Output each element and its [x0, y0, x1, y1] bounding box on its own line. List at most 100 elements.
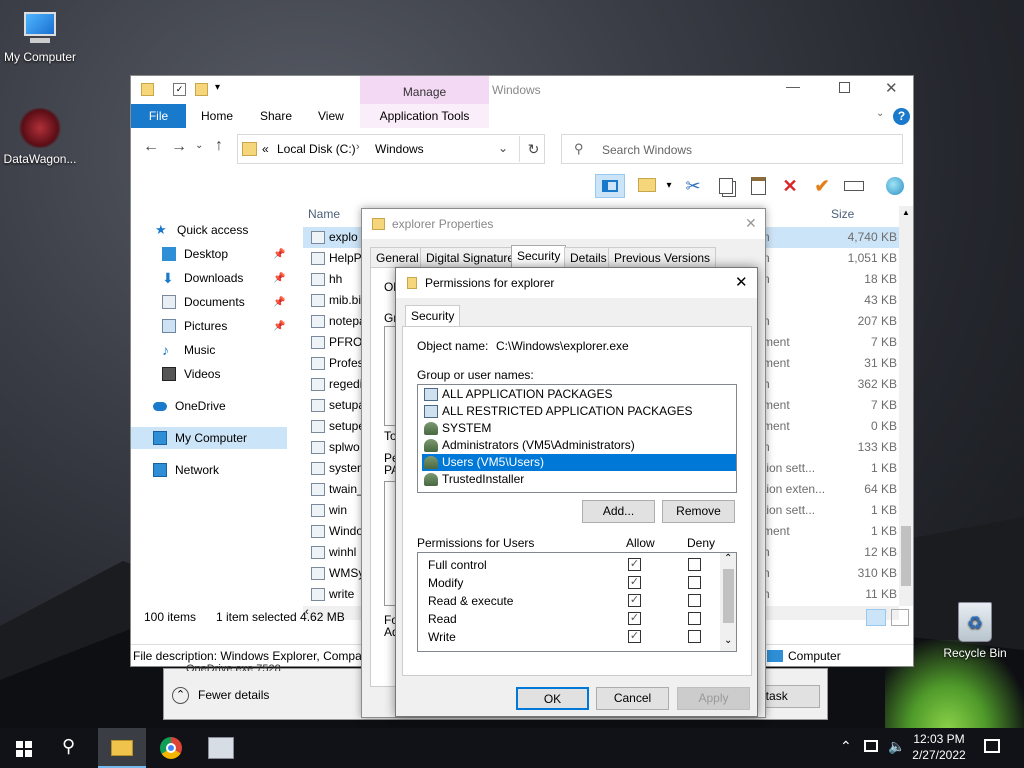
- speaker-icon[interactable]: 🔈: [888, 738, 905, 755]
- customize-qat-icon[interactable]: ▾: [215, 82, 220, 93]
- cut-icon[interactable]: ✂: [681, 174, 705, 198]
- copy-icon[interactable]: [714, 174, 738, 198]
- clock[interactable]: 12:03 PM 2/27/2022: [908, 731, 970, 763]
- details-view-icon[interactable]: [866, 609, 886, 626]
- tab-security[interactable]: Security: [511, 245, 567, 268]
- chevron-down-icon[interactable]: ⌄: [876, 108, 884, 119]
- checkmark-icon[interactable]: ✔: [810, 174, 834, 198]
- nav-music[interactable]: ♪ Music: [162, 339, 215, 361]
- recent-chevron-icon[interactable]: ⌄: [195, 140, 203, 151]
- user-list-item[interactable]: ALL RESTRICTED APPLICATION PACKAGES: [422, 403, 736, 420]
- dropdown-icon[interactable]: ▾: [657, 174, 681, 198]
- deny-checkbox[interactable]: [688, 630, 701, 643]
- nav-onedrive[interactable]: OneDrive: [153, 395, 226, 417]
- column-size[interactable]: Size: [831, 207, 854, 221]
- nav-downloads[interactable]: ⬇ Downloads: [162, 267, 243, 289]
- user-list-item[interactable]: Users (VM5\Users): [422, 454, 736, 471]
- breadcrumb-local-disk[interactable]: Local Disk (C:): [277, 142, 356, 156]
- pin-icon[interactable]: 📌: [273, 321, 285, 332]
- close-icon[interactable]: ✕: [885, 79, 898, 97]
- tab-file[interactable]: File: [131, 104, 186, 128]
- ok-button[interactable]: OK: [516, 687, 589, 710]
- pin-icon[interactable]: 📌: [273, 249, 285, 260]
- paste-icon[interactable]: [746, 174, 770, 198]
- vertical-scrollbar[interactable]: ▲: [899, 206, 913, 606]
- tab-view[interactable]: View: [304, 104, 358, 128]
- address-dropdown-icon[interactable]: ⌄: [498, 141, 508, 155]
- chrome-icon[interactable]: [160, 737, 182, 759]
- nav-my-computer[interactable]: My Computer: [131, 427, 287, 449]
- tab-share[interactable]: Share: [246, 104, 306, 128]
- deny-checkbox[interactable]: [688, 594, 701, 607]
- search-icon[interactable]: ⚲: [62, 736, 75, 757]
- manage-context-tab[interactable]: Manage: [360, 76, 489, 104]
- tab-previous-versions[interactable]: Previous Versions: [608, 247, 717, 267]
- scroll-up-icon[interactable]: ⌃: [724, 553, 732, 564]
- close-icon[interactable]: ✕: [745, 215, 757, 232]
- user-list-item[interactable]: TrustedInstaller: [422, 471, 736, 488]
- task-manager-icon[interactable]: [208, 737, 234, 759]
- user-list-item[interactable]: ALL APPLICATION PACKAGES: [422, 386, 736, 403]
- maximize-icon[interactable]: [839, 82, 850, 93]
- scroll-thumb[interactable]: [723, 569, 734, 623]
- desktop-icon-recycle-bin[interactable]: ♻ Recycle Bin: [935, 602, 1015, 660]
- address-bar[interactable]: « Local Disk (C:) › Windows ⌄: [237, 134, 545, 164]
- desktop-icon-my-computer[interactable]: My Computer: [0, 10, 80, 64]
- allow-checkbox[interactable]: ✓: [628, 558, 641, 571]
- refresh-icon[interactable]: ↻: [519, 136, 547, 162]
- tab-general[interactable]: General: [370, 247, 425, 267]
- scroll-down-icon[interactable]: ⌄: [724, 635, 732, 646]
- nav-pictures[interactable]: Pictures: [162, 315, 227, 337]
- user-list-item[interactable]: Administrators (VM5\Administrators): [422, 437, 736, 454]
- breadcrumb-overflow[interactable]: «: [262, 142, 269, 156]
- globe-icon[interactable]: [883, 174, 907, 198]
- permissions-scrollbar[interactable]: ⌃ ⌄: [720, 553, 736, 651]
- chevron-up-icon[interactable]: ⌃: [840, 738, 852, 755]
- allow-checkbox[interactable]: ✓: [628, 576, 641, 589]
- new-folder-icon[interactable]: [195, 83, 208, 96]
- start-windows-icon[interactable]: [16, 741, 32, 757]
- deny-checkbox[interactable]: [688, 576, 701, 589]
- up-arrow-icon[interactable]: ↑: [215, 137, 223, 155]
- tab-security[interactable]: Security: [405, 305, 461, 326]
- process-row[interactable]: OneDrive.exe 7528: [186, 663, 281, 671]
- add-button[interactable]: Add...: [582, 500, 655, 523]
- allow-checkbox[interactable]: ✓: [628, 594, 641, 607]
- scroll-up-icon[interactable]: ▲: [902, 208, 910, 217]
- column-name[interactable]: Name: [308, 207, 340, 221]
- allow-checkbox[interactable]: ✓: [628, 630, 641, 643]
- network-icon[interactable]: [864, 740, 878, 752]
- nav-network[interactable]: Network: [153, 459, 219, 481]
- nav-desktop[interactable]: Desktop: [162, 243, 228, 265]
- deny-checkbox[interactable]: [688, 612, 701, 625]
- deny-checkbox[interactable]: [688, 558, 701, 571]
- tab-application-tools[interactable]: Application Tools: [360, 104, 489, 128]
- properties-icon[interactable]: ✓: [173, 83, 186, 96]
- taskbar-file-explorer[interactable]: [98, 728, 146, 768]
- back-arrow-icon[interactable]: ←: [143, 138, 159, 156]
- forward-arrow-icon[interactable]: →: [171, 138, 187, 156]
- chevron-up-icon[interactable]: ⌃: [172, 687, 189, 704]
- large-icons-view-icon[interactable]: [891, 609, 909, 626]
- tab-details[interactable]: Details: [564, 247, 613, 267]
- nav-quick-access[interactable]: ★ Quick access: [155, 219, 248, 241]
- user-list[interactable]: ALL APPLICATION PACKAGES ALL RESTRICTED A…: [417, 384, 737, 493]
- tab-home[interactable]: Home: [187, 104, 247, 128]
- allow-checkbox[interactable]: ✓: [628, 612, 641, 625]
- fewer-details-link[interactable]: Fewer details: [198, 688, 269, 702]
- user-list-item[interactable]: SYSTEM: [422, 420, 736, 437]
- delete-icon[interactable]: ✕: [778, 174, 802, 198]
- remove-button[interactable]: Remove: [662, 500, 735, 523]
- pin-icon[interactable]: 📌: [273, 273, 285, 284]
- apply-button[interactable]: Apply: [677, 687, 750, 710]
- scroll-thumb[interactable]: [901, 526, 911, 586]
- minimize-icon[interactable]: —: [786, 78, 800, 94]
- search-box[interactable]: ⚲ Search Windows: [561, 134, 903, 164]
- pin-icon[interactable]: 📌: [273, 297, 285, 308]
- nav-videos[interactable]: Videos: [162, 363, 220, 385]
- notifications-icon[interactable]: [984, 739, 1000, 753]
- new-item-icon[interactable]: [635, 174, 659, 198]
- breadcrumb-separator-icon[interactable]: ›: [356, 141, 360, 153]
- preview-pane-icon[interactable]: [595, 174, 625, 198]
- cancel-button[interactable]: Cancel: [596, 687, 669, 710]
